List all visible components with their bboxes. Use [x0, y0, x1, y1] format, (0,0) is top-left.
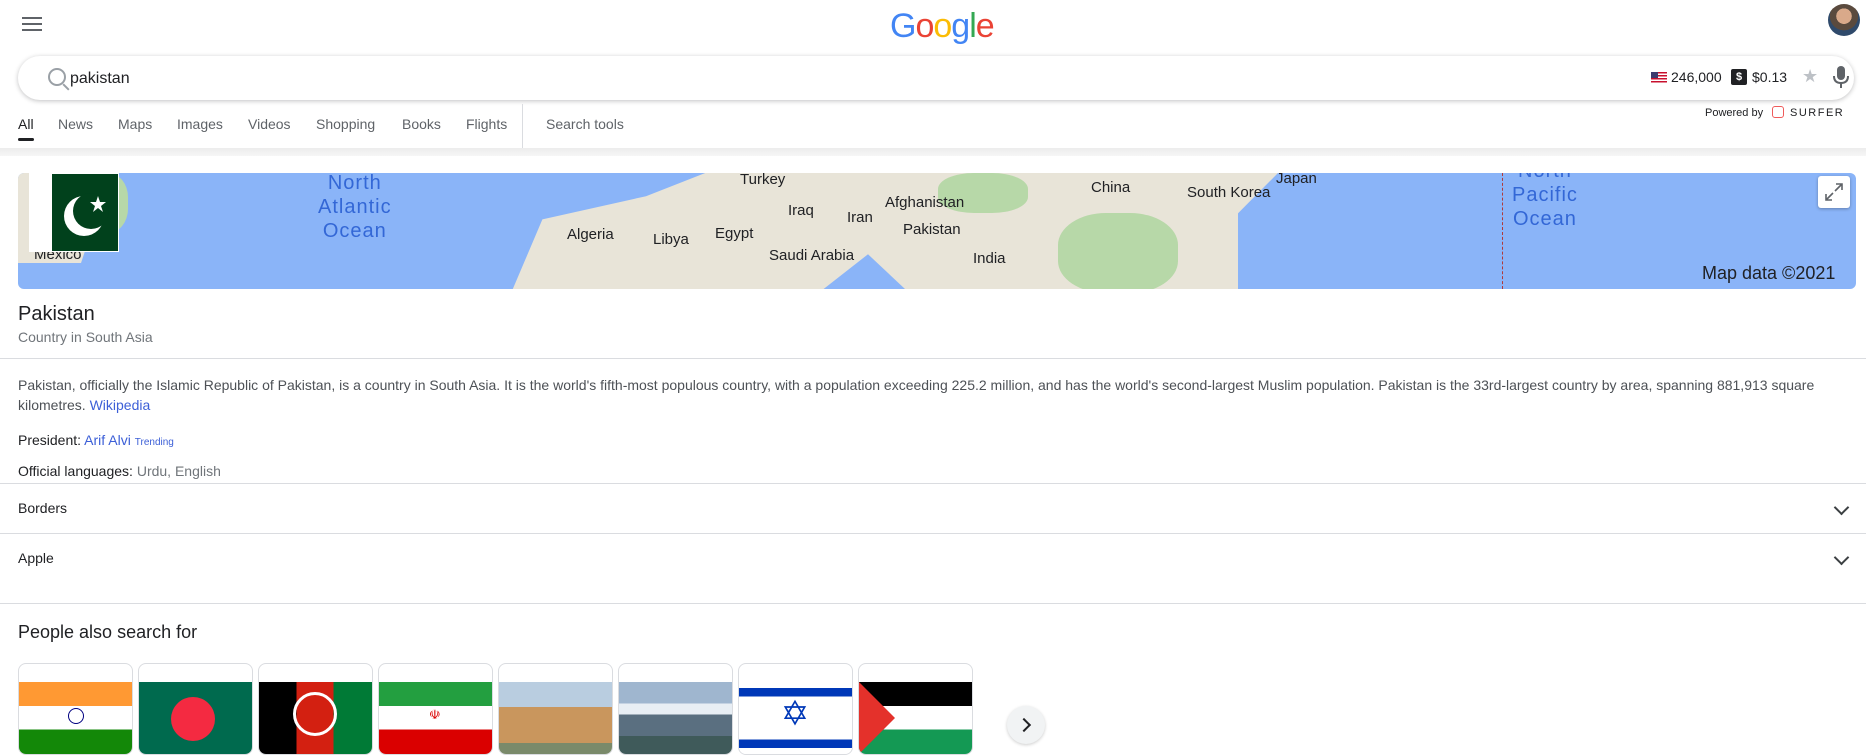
pasf-card-city[interactable] — [618, 663, 733, 755]
us-flag-icon — [1651, 72, 1667, 83]
emblem-icon: ☫ — [429, 707, 441, 722]
tab-maps[interactable]: Maps — [118, 116, 152, 132]
entity-description: Pakistan, officially the Islamic Republi… — [18, 375, 1838, 415]
fact-label: Official languages: — [18, 463, 133, 479]
map-label-iraq: Iraq — [788, 202, 814, 219]
city-photo — [619, 682, 732, 754]
logo-letter: o — [933, 7, 952, 45]
divider — [0, 603, 1866, 604]
map[interactable]: Turkey Japan China South Korea Iraq Iran… — [18, 173, 1856, 289]
map-label-india: India — [973, 250, 1006, 267]
entity-subtitle: Country in South Asia — [18, 329, 153, 345]
header-divider — [0, 148, 1866, 156]
next-arrow-button[interactable] — [1007, 706, 1045, 744]
map-label-china: China — [1091, 179, 1131, 196]
map-label-turkey: Turkey — [740, 173, 786, 188]
map-attribution: Map data ©2021 — [1702, 263, 1836, 283]
tab-news[interactable]: News — [58, 116, 93, 132]
pasf-card-india[interactable] — [18, 663, 133, 755]
map-label-algeria: Algeria — [567, 226, 614, 243]
surfer-label[interactable]: SURFER — [1790, 107, 1844, 119]
google-logo[interactable]: Google — [890, 7, 995, 46]
tab-images[interactable]: Images — [177, 116, 223, 132]
tab-shopping[interactable]: Shopping — [316, 116, 375, 132]
map-label-japan: Japan — [1276, 173, 1317, 187]
accordion-borders[interactable]: Borders — [18, 500, 67, 516]
logo-letter: e — [975, 7, 995, 45]
divider — [0, 483, 1866, 484]
map-label-libya: Libya — [653, 231, 689, 248]
map-label-afghanistan: Afghanistan — [885, 194, 965, 211]
chevron-down-icon[interactable] — [1833, 549, 1850, 566]
map-label-saudi-arabia: Saudi Arabia — [769, 247, 855, 264]
powered-by-label: Powered by — [1705, 107, 1764, 119]
fact-value: Urdu, English — [136, 463, 221, 479]
fact-languages: Official languages: Urdu, English — [18, 463, 221, 479]
map-label-egypt: Egypt — [715, 225, 754, 242]
pasf-card-bangladesh[interactable] — [138, 663, 253, 755]
pasf-card-iran[interactable]: ☫ — [378, 663, 493, 755]
wikipedia-link[interactable]: Wikipedia — [90, 397, 151, 413]
emblem-icon — [293, 692, 337, 736]
red-disc-icon — [171, 697, 215, 741]
expand-map-icon[interactable] — [1818, 176, 1850, 208]
search-volume: 246,000 — [1671, 69, 1722, 85]
tab-search-tools[interactable]: Search tools — [546, 116, 624, 132]
tab-books[interactable]: Books — [402, 116, 441, 132]
pasf-card-afghanistan[interactable] — [258, 663, 373, 755]
mic-icon[interactable] — [1831, 65, 1851, 89]
red-triangle-icon — [859, 682, 895, 754]
tab-videos[interactable]: Videos — [248, 116, 291, 132]
surfer-icon — [1772, 106, 1784, 118]
trending-badge[interactable]: Trending — [135, 437, 174, 448]
menu-icon[interactable] — [20, 14, 44, 34]
tab-divider — [522, 104, 523, 150]
fact-president: President: Arif Alvi Trending — [18, 432, 174, 448]
cpc-value: $0.13 — [1752, 69, 1788, 85]
logo-letter: g — [951, 7, 970, 45]
tab-flights[interactable]: Flights — [466, 116, 507, 132]
star-of-david-icon: ✡ — [780, 695, 810, 733]
search-box[interactable]: 246,000 $ $0.13 ★ — [18, 56, 1854, 100]
search-input[interactable] — [68, 69, 972, 89]
pasf-card-israel[interactable]: ✡ — [738, 663, 853, 755]
chevron-down-icon[interactable] — [1833, 499, 1850, 516]
pakistan-flag[interactable] — [29, 173, 119, 252]
map-ocean-north-atlantic: North Atlantic Ocean — [318, 173, 392, 242]
pasf-card-palestine[interactable] — [858, 663, 973, 755]
people-also-search-heading: People also search for — [18, 622, 198, 642]
active-tab-indicator — [18, 138, 34, 141]
star-icon[interactable]: ★ — [1802, 66, 1818, 87]
map-label-iran: Iran — [847, 209, 873, 226]
building-photo — [499, 682, 612, 754]
avatar[interactable] — [1828, 4, 1860, 36]
tab-all[interactable]: All — [18, 116, 34, 132]
chakra-icon — [68, 708, 84, 724]
search-icon[interactable] — [48, 68, 66, 86]
logo-letter: G — [890, 7, 916, 45]
accordion-apple[interactable]: Apple — [18, 550, 54, 566]
divider — [0, 533, 1866, 534]
logo-letter: o — [915, 7, 934, 45]
president-link[interactable]: Arif Alvi — [84, 432, 131, 448]
map-label-pakistan: Pakistan — [903, 221, 961, 238]
entity-title: Pakistan — [18, 303, 95, 325]
pasf-card-building[interactable] — [498, 663, 613, 755]
dollar-icon: $ — [1731, 69, 1747, 85]
divider — [0, 358, 1866, 359]
fact-label: President: — [18, 432, 82, 448]
description-text: Pakistan, officially the Islamic Republi… — [18, 377, 1815, 413]
map-label-south-korea: South Korea — [1187, 184, 1271, 201]
crescent-star-icon — [64, 193, 109, 236]
map-ocean-north-pacific: North Pacific Ocean — [1512, 173, 1578, 230]
